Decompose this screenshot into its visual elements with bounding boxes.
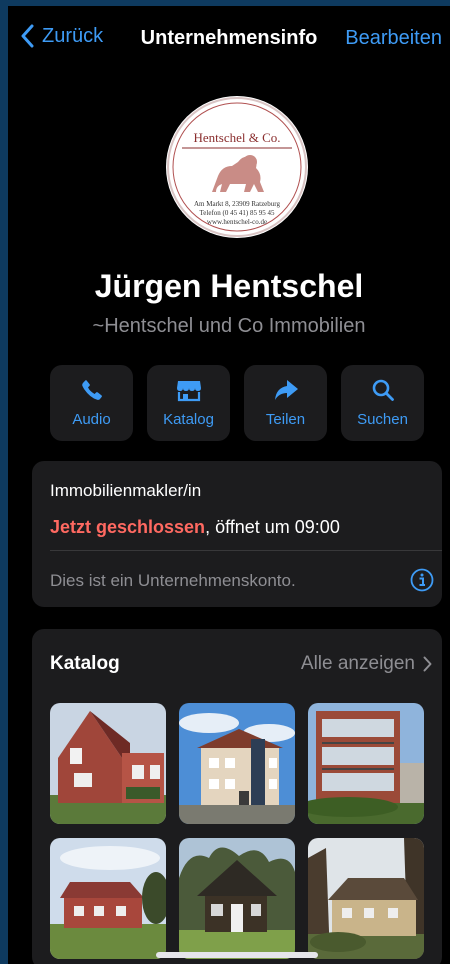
house-photo-4 xyxy=(50,838,166,959)
search-label: Suchen xyxy=(357,411,408,428)
business-account-note: Dies ist ein Unternehmenskonto. xyxy=(50,571,296,590)
show-all-label: Alle anzeigen xyxy=(300,653,415,674)
business-name: Jürgen Hentschel xyxy=(94,268,364,304)
catalog-item-2[interactable] xyxy=(179,703,295,824)
search-icon xyxy=(372,379,394,401)
house-photo-1 xyxy=(50,703,166,824)
catalog-item-4[interactable] xyxy=(50,838,166,959)
back-button[interactable]: Zurück xyxy=(20,24,103,48)
logo-address-text: Am Markt 8, 23909 Ratzeburg xyxy=(194,200,280,208)
opening-hours[interactable]: Jetzt geschlossen, öffnet um 09:00 xyxy=(50,517,340,538)
back-label: Zurück xyxy=(42,24,104,47)
storefront-icon xyxy=(176,381,201,402)
home-indicator[interactable] xyxy=(156,952,318,958)
business-logo[interactable]: Hentschel & Co. Am Markt 8, 23909 Ratzeb… xyxy=(166,96,308,238)
audio-call-button[interactable]: Audio xyxy=(50,365,133,441)
catalog-card: Katalog Alle anzeigen xyxy=(32,629,442,964)
chevron-right-icon xyxy=(423,656,432,672)
business-subtitle: ~Hentschel und Co Immobilien xyxy=(92,315,366,337)
catalog-item-3[interactable] xyxy=(308,703,424,824)
catalog-button[interactable]: Katalog xyxy=(147,365,230,441)
phone-icon xyxy=(81,380,102,400)
info-button[interactable] xyxy=(410,568,434,597)
divider xyxy=(50,550,442,551)
logo-web-text: www.hentschel-co.de xyxy=(207,218,267,226)
navigation-bar: Zurück Unternehmensinfo Bearbeiten xyxy=(8,6,450,68)
house-photo-2 xyxy=(179,703,295,824)
screen: Zurück Unternehmensinfo Bearbeiten Hents… xyxy=(8,6,450,964)
share-label: Teilen xyxy=(265,411,306,428)
show-all-button[interactable]: Alle anzeigen xyxy=(301,653,432,675)
catalog-item-6[interactable] xyxy=(308,838,424,959)
catalog-title: Katalog xyxy=(50,653,120,674)
share-arrow-icon xyxy=(274,380,298,400)
business-info-card: Immobilienmakler/in Jetzt geschlossen, ö… xyxy=(32,461,442,607)
closed-status: Jetzt geschlossen xyxy=(50,517,206,537)
house-photo-6 xyxy=(308,838,424,959)
business-category: Immobilienmakler/in xyxy=(50,481,202,500)
logo-brand-text: Hentschel & Co. xyxy=(193,130,280,145)
search-button[interactable]: Suchen xyxy=(341,365,424,441)
action-buttons: Audio Katalog Teilen Suchen xyxy=(50,365,424,445)
catalog-item-1[interactable] xyxy=(50,703,166,824)
catalog-label: Katalog xyxy=(163,411,214,428)
audio-label: Audio xyxy=(72,411,111,428)
house-photo-3 xyxy=(308,703,424,824)
edit-button[interactable]: Bearbeiten xyxy=(345,27,442,50)
share-button[interactable]: Teilen xyxy=(244,365,327,441)
info-circle-icon xyxy=(410,568,434,592)
logo-phone-text: Telefon (0 45 41) 85 95 45 xyxy=(200,209,275,217)
chevron-left-icon xyxy=(21,24,34,48)
catalog-item-5[interactable] xyxy=(179,838,295,959)
house-photo-5 xyxy=(179,838,295,959)
opens-at-text: , öffnet um 09:00 xyxy=(205,517,340,537)
